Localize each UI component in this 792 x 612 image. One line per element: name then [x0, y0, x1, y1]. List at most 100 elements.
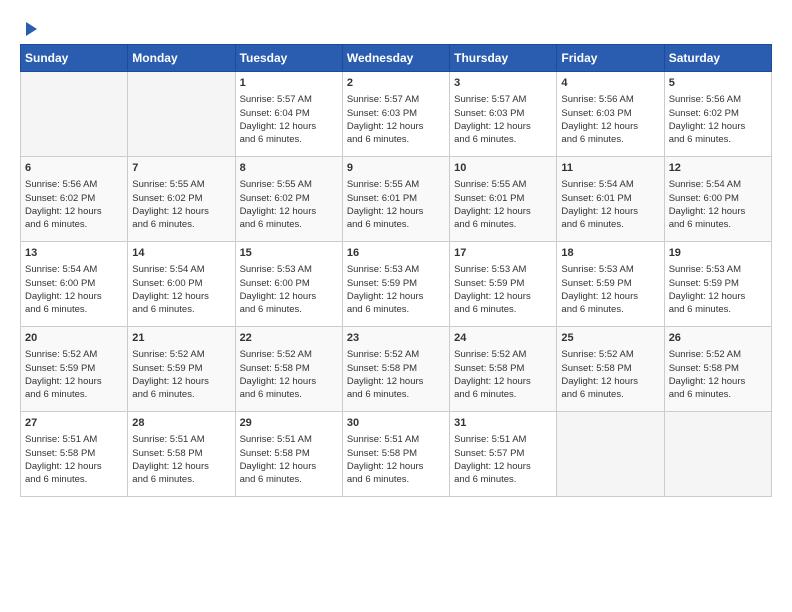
- calendar-cell: 31Sunrise: 5:51 AMSunset: 5:57 PMDayligh…: [450, 412, 557, 497]
- calendar-table: SundayMondayTuesdayWednesdayThursdayFrid…: [20, 44, 772, 497]
- calendar-cell: 19Sunrise: 5:53 AMSunset: 5:59 PMDayligh…: [664, 242, 771, 327]
- cell-content-line: and 6 minutes.: [454, 218, 552, 231]
- day-number: 12: [669, 161, 767, 176]
- cell-content-line: Daylight: 12 hours: [240, 375, 338, 388]
- cell-content-line: and 6 minutes.: [240, 473, 338, 486]
- calendar-cell: 13Sunrise: 5:54 AMSunset: 6:00 PMDayligh…: [21, 242, 128, 327]
- cell-content-line: Sunset: 6:02 PM: [132, 192, 230, 205]
- cell-content-line: Sunrise: 5:53 AM: [240, 263, 338, 276]
- cell-content-line: Daylight: 12 hours: [347, 375, 445, 388]
- cell-content-line: Sunrise: 5:52 AM: [454, 348, 552, 361]
- cell-content-line: Sunset: 6:00 PM: [240, 277, 338, 290]
- cell-content-line: Sunset: 6:00 PM: [25, 277, 123, 290]
- cell-content-line: Sunrise: 5:56 AM: [25, 178, 123, 191]
- cell-content-line: and 6 minutes.: [240, 218, 338, 231]
- cell-content-line: Sunset: 6:03 PM: [454, 107, 552, 120]
- day-number: 19: [669, 246, 767, 261]
- cell-content-line: Daylight: 12 hours: [132, 290, 230, 303]
- cell-content-line: Daylight: 12 hours: [25, 290, 123, 303]
- cell-content-line: Daylight: 12 hours: [454, 460, 552, 473]
- cell-content-line: and 6 minutes.: [561, 133, 659, 146]
- day-number: 16: [347, 246, 445, 261]
- calendar-cell: 12Sunrise: 5:54 AMSunset: 6:00 PMDayligh…: [664, 157, 771, 242]
- calendar-cell: 16Sunrise: 5:53 AMSunset: 5:59 PMDayligh…: [342, 242, 449, 327]
- cell-content-line: Sunset: 5:59 PM: [454, 277, 552, 290]
- day-number: 26: [669, 331, 767, 346]
- cell-content-line: Daylight: 12 hours: [454, 375, 552, 388]
- cell-content-line: Sunset: 5:57 PM: [454, 447, 552, 460]
- day-number: 18: [561, 246, 659, 261]
- day-number: 1: [240, 76, 338, 91]
- cell-content-line: Daylight: 12 hours: [347, 290, 445, 303]
- cell-content-line: Daylight: 12 hours: [25, 375, 123, 388]
- day-number: 27: [25, 416, 123, 431]
- calendar-cell: 8Sunrise: 5:55 AMSunset: 6:02 PMDaylight…: [235, 157, 342, 242]
- day-number: 8: [240, 161, 338, 176]
- cell-content-line: Daylight: 12 hours: [347, 205, 445, 218]
- calendar-cell: 26Sunrise: 5:52 AMSunset: 5:58 PMDayligh…: [664, 327, 771, 412]
- cell-content-line: Sunrise: 5:55 AM: [132, 178, 230, 191]
- cell-content-line: Sunrise: 5:53 AM: [669, 263, 767, 276]
- calendar-cell: 2Sunrise: 5:57 AMSunset: 6:03 PMDaylight…: [342, 72, 449, 157]
- cell-content-line: Sunset: 5:58 PM: [454, 362, 552, 375]
- day-number: 22: [240, 331, 338, 346]
- cell-content-line: Daylight: 12 hours: [669, 205, 767, 218]
- day-number: 7: [132, 161, 230, 176]
- calendar-cell: 18Sunrise: 5:53 AMSunset: 5:59 PMDayligh…: [557, 242, 664, 327]
- cell-content-line: Sunset: 6:02 PM: [25, 192, 123, 205]
- cell-content-line: and 6 minutes.: [347, 303, 445, 316]
- cell-content-line: and 6 minutes.: [347, 218, 445, 231]
- cell-content-line: Sunrise: 5:54 AM: [25, 263, 123, 276]
- cell-content-line: and 6 minutes.: [25, 473, 123, 486]
- calendar-cell: 23Sunrise: 5:52 AMSunset: 5:58 PMDayligh…: [342, 327, 449, 412]
- day-number: 23: [347, 331, 445, 346]
- column-header-friday: Friday: [557, 45, 664, 72]
- cell-content-line: Sunrise: 5:52 AM: [132, 348, 230, 361]
- calendar-cell: 28Sunrise: 5:51 AMSunset: 5:58 PMDayligh…: [128, 412, 235, 497]
- cell-content-line: Sunrise: 5:51 AM: [347, 433, 445, 446]
- calendar-cell: 30Sunrise: 5:51 AMSunset: 5:58 PMDayligh…: [342, 412, 449, 497]
- logo: [20, 20, 39, 34]
- cell-content-line: Sunrise: 5:52 AM: [25, 348, 123, 361]
- calendar-week-row: 1Sunrise: 5:57 AMSunset: 6:04 PMDaylight…: [21, 72, 772, 157]
- cell-content-line: Daylight: 12 hours: [25, 460, 123, 473]
- cell-content-line: Daylight: 12 hours: [132, 460, 230, 473]
- cell-content-line: and 6 minutes.: [132, 218, 230, 231]
- calendar-cell: 25Sunrise: 5:52 AMSunset: 5:58 PMDayligh…: [557, 327, 664, 412]
- column-header-sunday: Sunday: [21, 45, 128, 72]
- cell-content-line: Sunset: 5:59 PM: [561, 277, 659, 290]
- cell-content-line: Daylight: 12 hours: [25, 205, 123, 218]
- cell-content-line: Daylight: 12 hours: [669, 120, 767, 133]
- cell-content-line: and 6 minutes.: [132, 473, 230, 486]
- cell-content-line: and 6 minutes.: [347, 473, 445, 486]
- calendar-cell: 22Sunrise: 5:52 AMSunset: 5:58 PMDayligh…: [235, 327, 342, 412]
- cell-content-line: Daylight: 12 hours: [561, 375, 659, 388]
- cell-content-line: Sunset: 5:59 PM: [669, 277, 767, 290]
- cell-content-line: and 6 minutes.: [561, 303, 659, 316]
- cell-content-line: Sunrise: 5:52 AM: [669, 348, 767, 361]
- day-number: 3: [454, 76, 552, 91]
- cell-content-line: Sunrise: 5:51 AM: [132, 433, 230, 446]
- calendar-cell: [664, 412, 771, 497]
- cell-content-line: and 6 minutes.: [240, 388, 338, 401]
- cell-content-line: Sunrise: 5:56 AM: [669, 93, 767, 106]
- calendar-cell: 27Sunrise: 5:51 AMSunset: 5:58 PMDayligh…: [21, 412, 128, 497]
- calendar-cell: 14Sunrise: 5:54 AMSunset: 6:00 PMDayligh…: [128, 242, 235, 327]
- cell-content-line: Sunrise: 5:54 AM: [561, 178, 659, 191]
- cell-content-line: and 6 minutes.: [132, 303, 230, 316]
- calendar-cell: 17Sunrise: 5:53 AMSunset: 5:59 PMDayligh…: [450, 242, 557, 327]
- cell-content-line: Sunrise: 5:52 AM: [347, 348, 445, 361]
- calendar-cell: 11Sunrise: 5:54 AMSunset: 6:01 PMDayligh…: [557, 157, 664, 242]
- cell-content-line: Sunrise: 5:57 AM: [240, 93, 338, 106]
- cell-content-line: and 6 minutes.: [669, 388, 767, 401]
- cell-content-line: and 6 minutes.: [347, 133, 445, 146]
- day-number: 2: [347, 76, 445, 91]
- calendar-week-row: 13Sunrise: 5:54 AMSunset: 6:00 PMDayligh…: [21, 242, 772, 327]
- cell-content-line: Daylight: 12 hours: [561, 290, 659, 303]
- day-number: 31: [454, 416, 552, 431]
- calendar-cell: 29Sunrise: 5:51 AMSunset: 5:58 PMDayligh…: [235, 412, 342, 497]
- cell-content-line: Sunrise: 5:52 AM: [240, 348, 338, 361]
- cell-content-line: and 6 minutes.: [561, 388, 659, 401]
- cell-content-line: Sunset: 5:59 PM: [132, 362, 230, 375]
- cell-content-line: Daylight: 12 hours: [454, 120, 552, 133]
